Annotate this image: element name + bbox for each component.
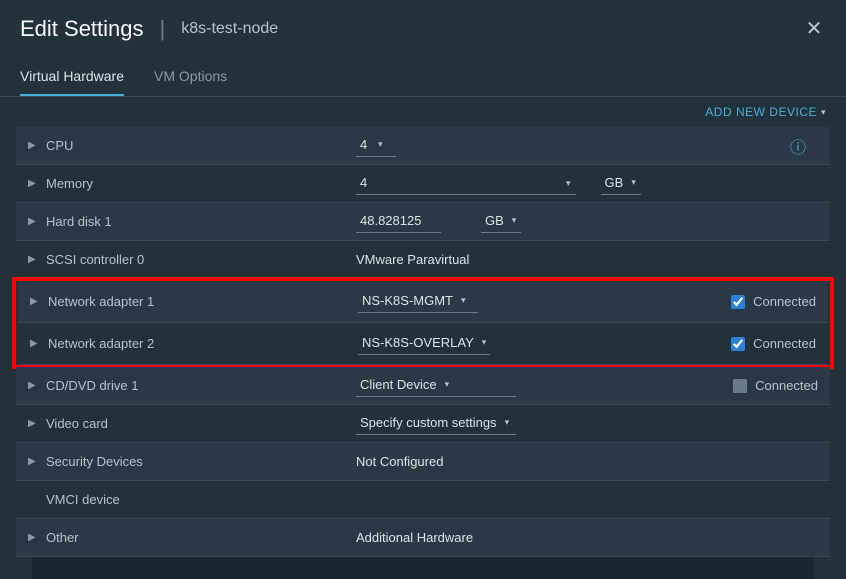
row-network-adapter-1: ▶ Network adapter 1 NS-K8S-MGMT ▾ Connec… bbox=[18, 281, 828, 323]
row-cd-dvd: ▶ CD/DVD drive 1 Client Device ▾ Connect… bbox=[16, 367, 830, 405]
net1-label: Network adapter 1 bbox=[48, 294, 358, 309]
expand-icon[interactable]: ▶ bbox=[28, 140, 46, 151]
row-network-adapter-2: ▶ Network adapter 2 NS-K8S-OVERLAY ▾ Con… bbox=[18, 323, 828, 365]
net1-network-select[interactable]: NS-K8S-MGMT ▾ bbox=[358, 291, 478, 313]
hard-disk-unit-select[interactable]: GB ▾ bbox=[481, 211, 521, 233]
chevron-down-icon: ▾ bbox=[631, 177, 636, 188]
net2-connected-label: Connected bbox=[753, 336, 816, 351]
expand-icon[interactable]: ▶ bbox=[28, 418, 46, 429]
net2-network-value: NS-K8S-OVERLAY bbox=[362, 335, 474, 350]
hard-disk-unit-value: GB bbox=[485, 213, 504, 228]
hardware-rows: ▶ CPU 4 ▾ ⓘ ▶ Memory ▾ GB ▾ ▶ Hard disk … bbox=[0, 127, 846, 579]
row-video-card: ▶ Video card Specify custom settings ▾ bbox=[16, 405, 830, 443]
row-other: ▶ Other Additional Hardware bbox=[16, 519, 830, 557]
highlighted-network-adapters: ▶ Network adapter 1 NS-K8S-MGMT ▾ Connec… bbox=[12, 277, 834, 369]
row-cpu: ▶ CPU 4 ▾ ⓘ bbox=[16, 127, 830, 165]
video-settings-select[interactable]: Specify custom settings ▾ bbox=[356, 413, 516, 435]
tab-vm-options[interactable]: VM Options bbox=[154, 58, 227, 96]
security-label: Security Devices bbox=[46, 454, 356, 469]
net1-network-value: NS-K8S-MGMT bbox=[362, 293, 453, 308]
chevron-down-icon: ▾ bbox=[378, 139, 383, 150]
cddvd-connected-checkbox bbox=[733, 379, 747, 393]
expand-icon[interactable]: ▶ bbox=[28, 178, 46, 189]
row-hard-disk: ▶ Hard disk 1 GB ▾ bbox=[16, 203, 830, 241]
row-vmci-device: VMCI device bbox=[16, 481, 830, 519]
hard-disk-size-input[interactable] bbox=[356, 211, 441, 233]
net2-label: Network adapter 2 bbox=[48, 336, 358, 351]
expand-icon[interactable]: ▶ bbox=[28, 254, 46, 265]
close-icon[interactable]: ✕ bbox=[802, 16, 826, 40]
row-security-devices: ▶ Security Devices Not Configured bbox=[16, 443, 830, 481]
memory-value-input[interactable] bbox=[356, 173, 576, 195]
net1-connected-checkbox[interactable] bbox=[731, 295, 745, 309]
cddvd-connected-label: Connected bbox=[755, 378, 818, 393]
row-scsi: ▶ SCSI controller 0 VMware Paravirtual bbox=[16, 241, 830, 279]
chevron-down-icon: ▾ bbox=[445, 379, 450, 390]
net1-connected-label: Connected bbox=[753, 294, 816, 309]
chevron-down-icon: ▾ bbox=[821, 107, 826, 118]
memory-unit-value: GB bbox=[605, 175, 624, 190]
actions-bar: ADD NEW DEVICE ▾ bbox=[0, 97, 846, 127]
add-device-label: ADD NEW DEVICE bbox=[705, 105, 817, 119]
chevron-down-icon[interactable]: ▾ bbox=[566, 178, 571, 189]
info-icon[interactable]: ⓘ bbox=[790, 134, 806, 158]
cpu-count-value: 4 bbox=[360, 137, 370, 152]
title-divider: | bbox=[160, 16, 166, 42]
net2-connected-checkbox[interactable] bbox=[731, 337, 745, 351]
chevron-down-icon: ▾ bbox=[482, 337, 487, 348]
chevron-down-icon: ▾ bbox=[505, 417, 510, 428]
expand-icon[interactable]: ▶ bbox=[28, 532, 46, 543]
expand-icon[interactable]: ▶ bbox=[30, 338, 48, 349]
expand-icon[interactable]: ▶ bbox=[30, 296, 48, 307]
cpu-label: CPU bbox=[46, 138, 356, 153]
vmci-label: VMCI device bbox=[28, 492, 338, 507]
cpu-count-select[interactable]: 4 ▾ bbox=[356, 135, 396, 157]
chevron-down-icon: ▾ bbox=[512, 215, 517, 226]
expand-icon[interactable]: ▶ bbox=[28, 380, 46, 391]
tabs-bar: Virtual Hardware VM Options bbox=[0, 58, 846, 97]
chevron-down-icon: ▾ bbox=[461, 295, 466, 306]
add-new-device-button[interactable]: ADD NEW DEVICE ▾ bbox=[705, 105, 826, 119]
memory-unit-select[interactable]: GB ▾ bbox=[601, 173, 641, 195]
security-value: Not Configured bbox=[356, 454, 443, 469]
dialog-header: Edit Settings | k8s-test-node ✕ bbox=[0, 0, 846, 58]
row-memory: ▶ Memory ▾ GB ▾ bbox=[16, 165, 830, 203]
expand-icon[interactable]: ▶ bbox=[28, 456, 46, 467]
other-value: Additional Hardware bbox=[356, 530, 473, 545]
vm-name: k8s-test-node bbox=[181, 20, 278, 38]
other-label: Other bbox=[46, 530, 356, 545]
cddvd-device-value: Client Device bbox=[360, 377, 437, 392]
cddvd-label: CD/DVD drive 1 bbox=[46, 378, 356, 393]
video-settings-value: Specify custom settings bbox=[360, 415, 497, 430]
expand-icon[interactable]: ▶ bbox=[28, 216, 46, 227]
scsi-value: VMware Paravirtual bbox=[356, 252, 469, 267]
bottom-bar bbox=[32, 557, 814, 579]
memory-label: Memory bbox=[46, 176, 356, 191]
video-label: Video card bbox=[46, 416, 356, 431]
net2-network-select[interactable]: NS-K8S-OVERLAY ▾ bbox=[358, 333, 490, 355]
hard-disk-label: Hard disk 1 bbox=[46, 214, 356, 229]
scsi-label: SCSI controller 0 bbox=[46, 252, 356, 267]
cddvd-device-select[interactable]: Client Device ▾ bbox=[356, 375, 516, 397]
tab-virtual-hardware[interactable]: Virtual Hardware bbox=[20, 58, 124, 96]
dialog-title: Edit Settings bbox=[20, 16, 144, 42]
